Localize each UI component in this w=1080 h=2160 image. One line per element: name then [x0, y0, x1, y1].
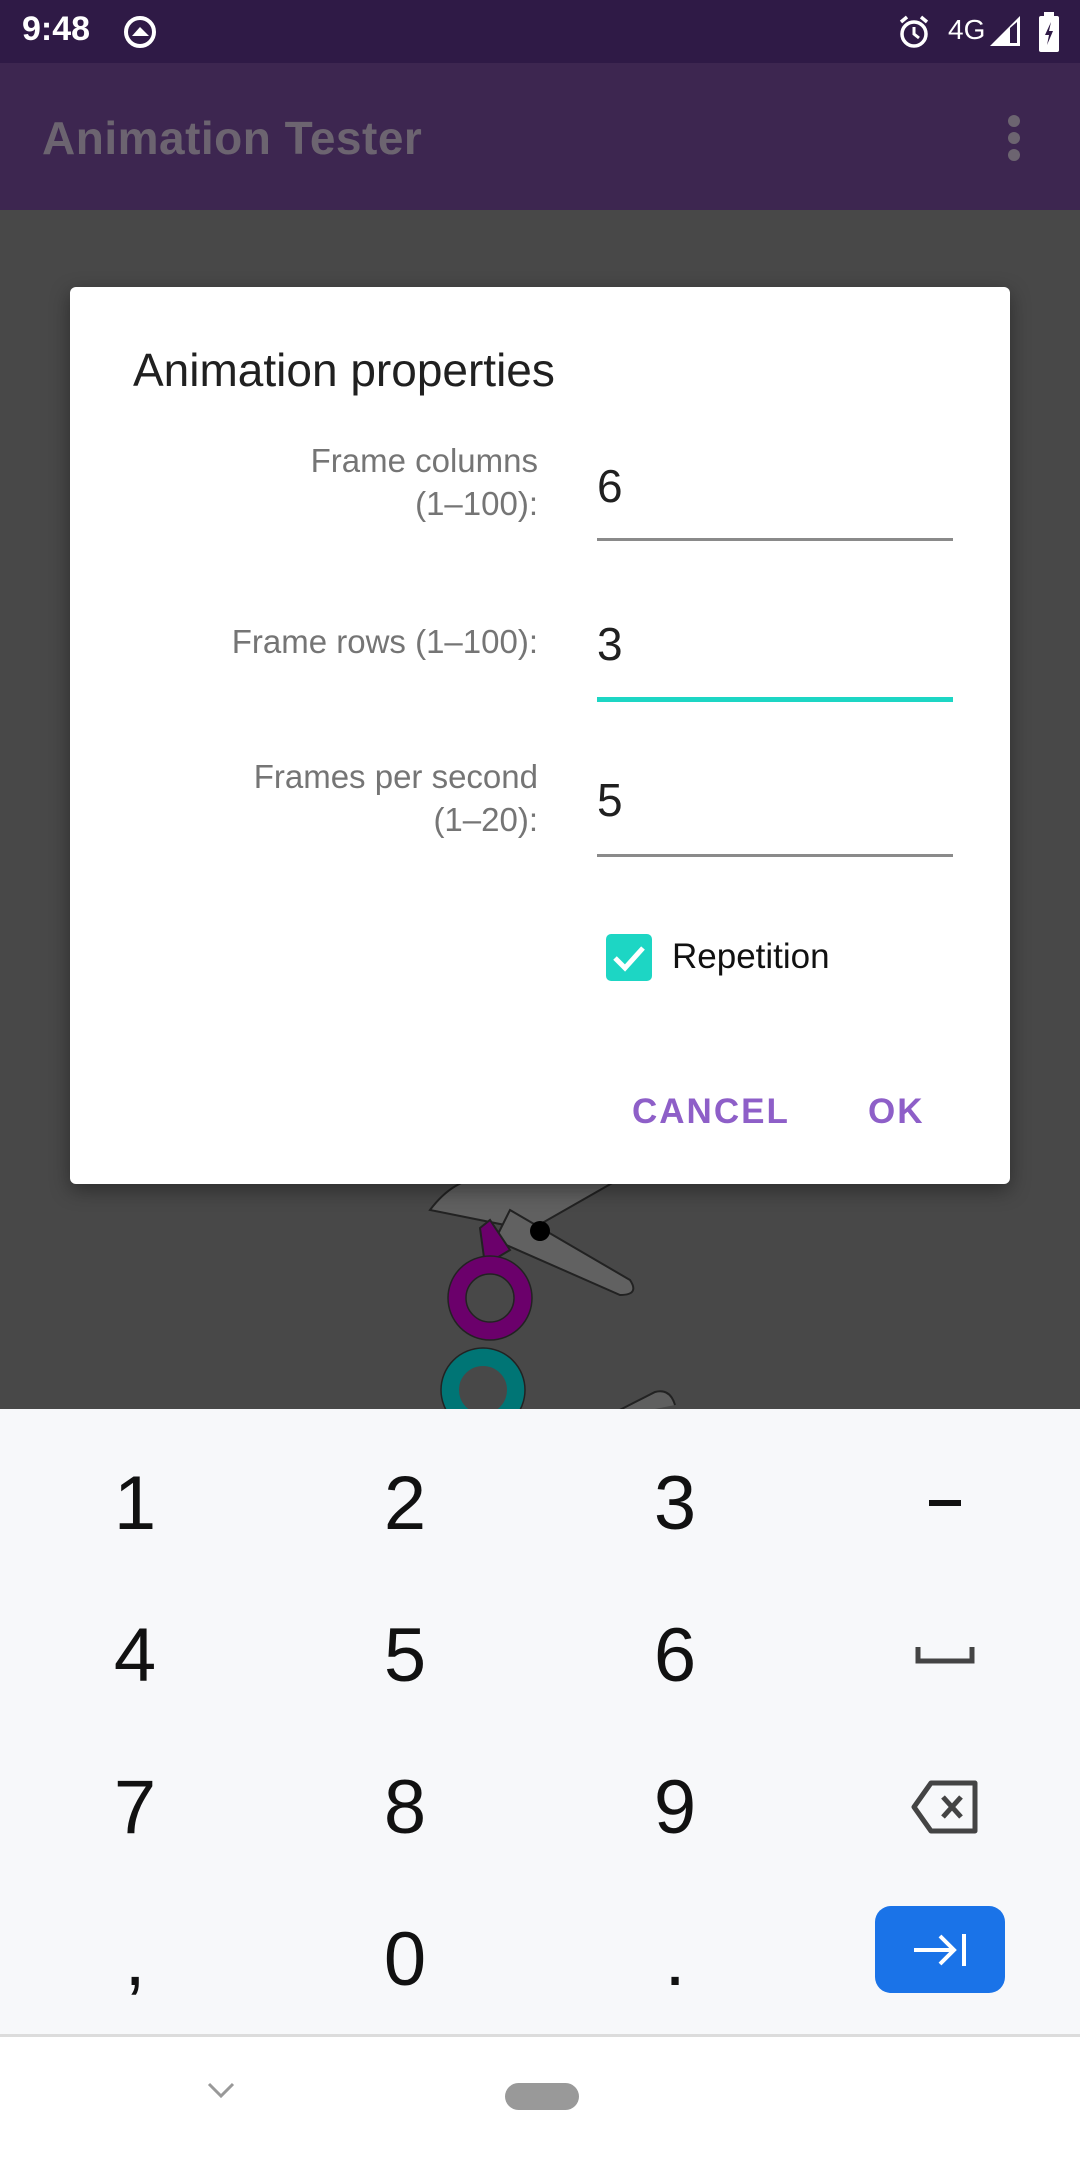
key-minus[interactable] — [810, 1427, 1080, 1579]
frame-columns-label-line2: (1–100): — [415, 485, 538, 522]
fps-underline — [597, 854, 953, 857]
fps-label: Frames per second (1–20): — [254, 755, 538, 841]
frame-rows-underline — [597, 697, 953, 702]
fps-label-line2: (1–20): — [433, 801, 538, 838]
key-7[interactable]: 7 — [0, 1731, 270, 1883]
navigation-bar — [0, 2037, 1080, 2160]
key-space[interactable] — [810, 1579, 1080, 1731]
app-toolbar: Animation Tester — [0, 63, 1080, 210]
key-9[interactable]: 9 — [540, 1731, 810, 1883]
key-comma[interactable]: , — [0, 1883, 270, 2035]
overflow-menu-icon[interactable] — [1006, 115, 1022, 161]
network-type: 4G — [948, 14, 986, 45]
backspace-icon — [911, 1780, 978, 1834]
status-bar: 9:48 4G — [0, 0, 1080, 63]
hide-keyboard-icon[interactable] — [206, 2080, 236, 2100]
fps-input[interactable]: 5 — [597, 753, 953, 859]
numeric-keyboard: 1 2 3 4 5 6 7 8 9 , 0 . — [0, 1409, 1080, 2037]
app-title: Animation Tester — [42, 112, 423, 164]
key-5[interactable]: 5 — [270, 1579, 540, 1731]
frame-columns-label: Frame columns (1–100): — [311, 439, 538, 525]
animation-properties-dialog: Animation properties Frame columns (1–10… — [70, 287, 1010, 1184]
key-8[interactable]: 8 — [270, 1731, 540, 1883]
checkmark-icon — [613, 946, 645, 972]
scissors-image — [428, 1170, 676, 1409]
data-saver-icon — [124, 16, 156, 48]
signal-icon — [990, 16, 1020, 46]
frame-columns-underline — [597, 538, 953, 541]
key-period[interactable]: . — [540, 1883, 810, 2035]
key-0[interactable]: 0 — [270, 1883, 540, 2035]
dialog-title: Animation properties — [133, 344, 555, 396]
alarm-icon — [899, 15, 929, 48]
frame-rows-input[interactable]: 3 — [597, 597, 953, 707]
fps-value[interactable]: 5 — [597, 773, 623, 827]
key-4[interactable]: 4 — [0, 1579, 270, 1731]
cancel-button[interactable]: CANCEL — [632, 1092, 790, 1132]
frame-columns-value[interactable]: 6 — [597, 459, 623, 513]
battery-charging-icon — [1039, 12, 1059, 52]
key-6[interactable]: 6 — [540, 1579, 810, 1731]
frame-rows-label: Frame rows (1–100): — [232, 620, 538, 663]
key-backspace[interactable] — [810, 1731, 1080, 1883]
key-1[interactable]: 1 — [0, 1427, 270, 1579]
home-handle[interactable] — [505, 2083, 579, 2110]
frame-rows-value[interactable]: 3 — [597, 617, 623, 671]
minus-icon — [929, 1500, 961, 1506]
next-key[interactable] — [875, 1906, 1005, 1993]
tab-next-icon — [914, 1933, 966, 1966]
repetition-label[interactable]: Repetition — [672, 937, 830, 977]
key-2[interactable]: 2 — [270, 1427, 540, 1579]
space-icon — [915, 1647, 975, 1664]
frame-columns-label-line1: Frame columns — [310, 442, 538, 479]
fps-label-line1: Frames per second — [253, 758, 538, 795]
key-3[interactable]: 3 — [540, 1427, 810, 1579]
frame-rows-label-line1: Frame rows (1–100): — [231, 623, 538, 660]
ok-button[interactable]: OK — [868, 1092, 925, 1132]
repetition-checkbox[interactable] — [606, 934, 652, 981]
status-time: 9:48 — [22, 10, 91, 48]
frame-columns-input[interactable]: 6 — [597, 437, 953, 543]
